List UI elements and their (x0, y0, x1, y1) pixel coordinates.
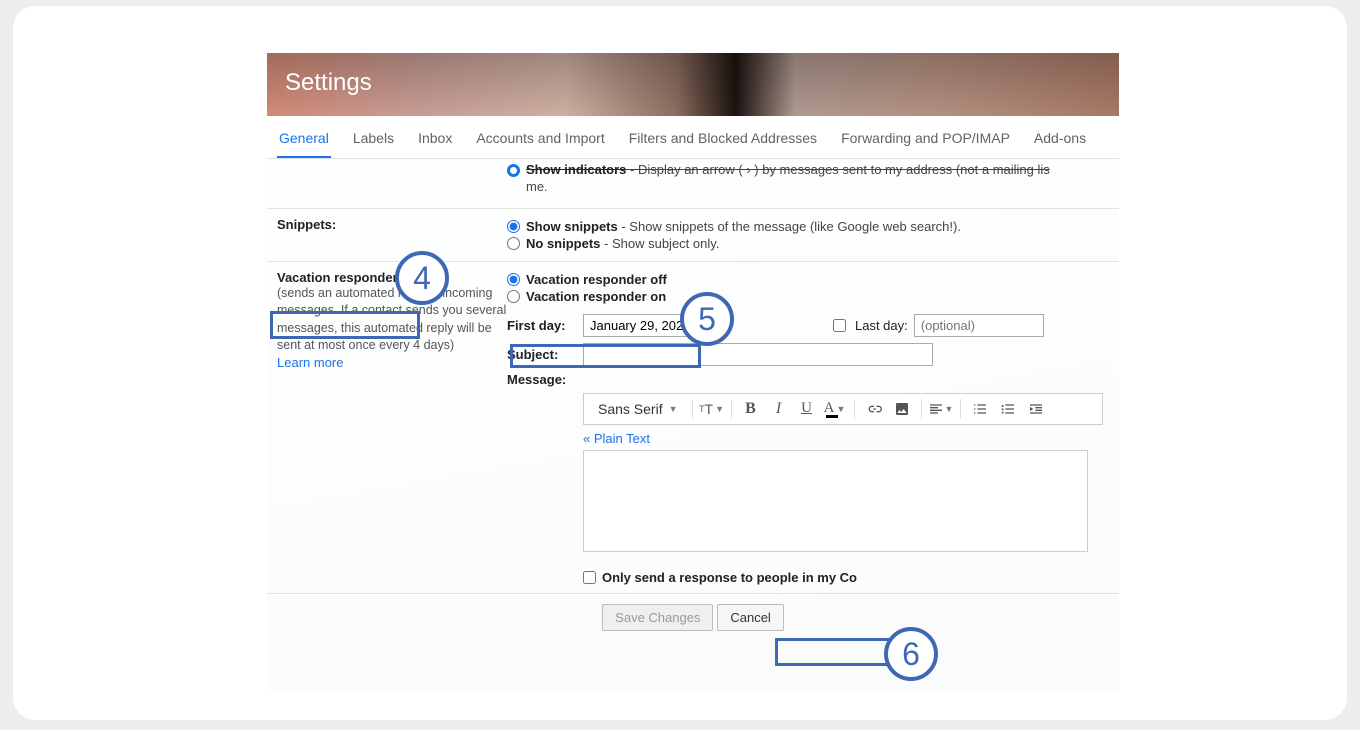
tab-general[interactable]: General (277, 126, 331, 159)
footer-buttons: Save Changes Cancel (267, 593, 1119, 651)
font-selector[interactable]: Sans Serif ▼ (590, 401, 686, 417)
plain-text-link[interactable]: « Plain Text (583, 431, 650, 446)
chevron-down-icon: ▼ (836, 404, 845, 414)
image-icon[interactable] (889, 397, 915, 421)
vacation-off-radio[interactable] (507, 273, 520, 286)
vacation-on-radio[interactable] (507, 290, 520, 303)
message-editor[interactable] (583, 450, 1088, 552)
italic-icon[interactable]: I (766, 397, 792, 421)
snippets-none-option[interactable]: No snippets - Show subject only. (507, 236, 1109, 251)
contacts-only-checkbox[interactable] (583, 571, 596, 584)
text-color-icon[interactable]: A▼ (822, 397, 848, 421)
snippets-show-option[interactable]: Show snippets - Show snippets of the mes… (507, 219, 1109, 234)
subject-label: Subject: (507, 347, 575, 362)
step-badge-6: 6 (884, 627, 938, 681)
indent-icon[interactable] (1023, 397, 1049, 421)
snippets-show-radio[interactable] (507, 220, 520, 233)
tab-addons[interactable]: Add-ons (1032, 126, 1088, 158)
last-day-label: Last day: (855, 318, 908, 333)
first-day-label: First day: (507, 318, 575, 333)
snippets-none-radio[interactable] (507, 237, 520, 250)
tab-filters[interactable]: Filters and Blocked Addresses (627, 126, 819, 158)
contacts-only-row[interactable]: Only send a response to people in my Co (583, 570, 1109, 585)
indicators-desc1: - Display an arrow ( › ) by messages sen… (626, 162, 1049, 177)
settings-tabs: General Labels Inbox Accounts and Import… (267, 116, 1119, 159)
radio-icon (507, 164, 520, 177)
link-icon[interactable] (861, 397, 887, 421)
tab-forwarding[interactable]: Forwarding and POP/IMAP (839, 126, 1012, 158)
bullet-list-icon[interactable] (995, 397, 1021, 421)
chevron-down-icon: ▼ (669, 404, 678, 414)
snippets-row: Snippets: Show snippets - Show snippets … (267, 209, 1119, 262)
settings-content: Show indicators - Display an arrow ( › )… (267, 159, 1119, 690)
page-title: Settings (267, 53, 1119, 97)
vacation-label: Vacation responder: (277, 270, 402, 285)
screenshot-card: Settings General Labels Inbox Accounts a… (13, 6, 1347, 720)
indicators-row: Show indicators - Display an arrow ( › )… (267, 159, 1119, 209)
bold-icon[interactable]: B (738, 397, 764, 421)
numbered-list-icon[interactable] (967, 397, 993, 421)
chevron-down-icon: ▼ (945, 404, 954, 414)
vacation-off-option[interactable]: Vacation responder off (507, 272, 1109, 287)
gmail-settings-app: Settings General Labels Inbox Accounts a… (267, 53, 1119, 690)
save-changes-button[interactable]: Save Changes (602, 604, 713, 631)
chevron-down-icon: ▼ (715, 404, 724, 414)
indicators-desc2: me. (526, 179, 548, 194)
last-day-checkbox[interactable] (833, 319, 846, 332)
tab-inbox[interactable]: Inbox (416, 126, 454, 158)
settings-header: Settings (267, 53, 1119, 116)
tab-accounts[interactable]: Accounts and Import (474, 126, 606, 158)
message-label: Message: (507, 372, 575, 387)
rte-toolbar: Sans Serif ▼ TT▼ B I U A▼ (583, 393, 1103, 425)
last-day-input[interactable] (914, 314, 1044, 337)
vacation-learn-more-link[interactable]: Learn more (277, 355, 343, 370)
font-size-icon[interactable]: TT▼ (699, 397, 725, 421)
vacation-on-option[interactable]: Vacation responder on (507, 289, 1109, 304)
subject-input[interactable] (583, 343, 933, 366)
align-icon[interactable]: ▼ (928, 397, 954, 421)
tab-labels[interactable]: Labels (351, 126, 396, 158)
step-badge-4: 4 (395, 251, 449, 305)
snippets-label: Snippets: (277, 217, 336, 232)
indicators-bold: Show indicators (526, 162, 626, 177)
contacts-only-label: Only send a response to people in my Co (602, 570, 857, 585)
underline-icon[interactable]: U (794, 397, 820, 421)
step-badge-5: 5 (680, 292, 734, 346)
cancel-button[interactable]: Cancel (717, 604, 783, 631)
vacation-sub: (sends an automated reply to incoming me… (277, 286, 506, 353)
indicators-option[interactable]: Show indicators - Display an arrow ( › )… (507, 162, 1109, 196)
